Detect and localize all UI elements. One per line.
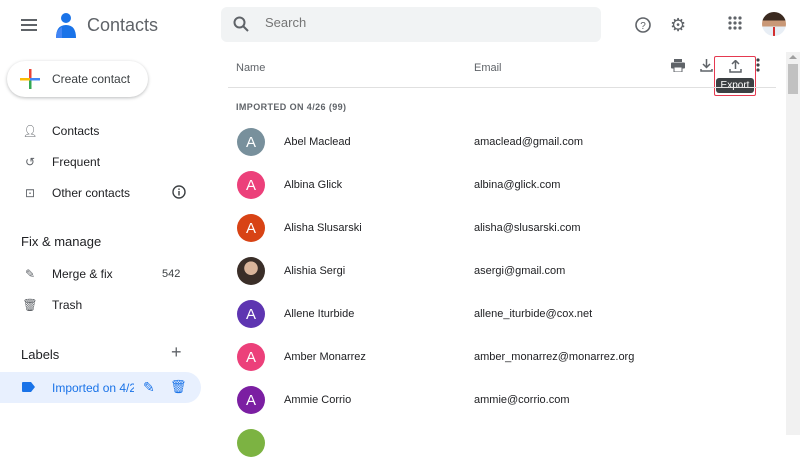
search-bar[interactable] bbox=[221, 7, 601, 42]
more-options-icon[interactable] bbox=[756, 58, 760, 72]
plus-icon bbox=[20, 69, 40, 89]
sidebar-item-contacts[interactable]: 👤︎ Contacts bbox=[22, 124, 99, 138]
help-icon[interactable]: ? bbox=[634, 16, 652, 34]
svg-text:?: ? bbox=[640, 21, 646, 32]
sidebar-item-trash[interactable]: 🗑︎ Trash bbox=[22, 298, 82, 312]
export-icon bbox=[729, 60, 742, 73]
sidebar-item-frequent[interactable]: ↺ Frequent bbox=[22, 155, 100, 169]
sidebar-item-other-contacts[interactable]: ⊡ Other contacts bbox=[22, 186, 130, 200]
contact-row[interactable]: A Abel Maclead amaclead@gmail.com bbox=[237, 128, 787, 156]
contact-name: Ammie Corrio bbox=[284, 394, 352, 406]
contact-avatar: A bbox=[237, 300, 265, 328]
contact-email: amber_monarrez@monarrez.org bbox=[474, 351, 635, 363]
create-contact-label: Create contact bbox=[52, 72, 131, 86]
main-menu-icon[interactable] bbox=[18, 14, 40, 36]
header-divider bbox=[228, 87, 776, 88]
export-button[interactable]: Export bbox=[714, 56, 756, 96]
contact-name: Abel Maclead bbox=[284, 136, 351, 148]
contact-email: ammie@corrio.com bbox=[474, 394, 570, 406]
search-icon bbox=[233, 16, 249, 32]
contact-avatar: A bbox=[237, 171, 265, 199]
print-icon[interactable] bbox=[671, 59, 685, 72]
group-heading: IMPORTED ON 4/26 (99) bbox=[236, 102, 347, 112]
person-icon: 👤︎ bbox=[22, 124, 38, 138]
contact-name: Allene Iturbide bbox=[284, 308, 355, 320]
trash-icon: 🗑︎ bbox=[22, 298, 38, 312]
sidebar-item-merge-fix[interactable]: ✎ Merge & fix bbox=[22, 267, 113, 281]
contact-email: amaclead@gmail.com bbox=[474, 136, 583, 148]
create-contact-button[interactable]: Create contact bbox=[7, 61, 148, 97]
magic-wand-icon: ✎ bbox=[24, 267, 36, 281]
export-tooltip: Export bbox=[716, 78, 754, 93]
label-icon bbox=[22, 382, 35, 392]
contact-name: Alishia Sergi bbox=[284, 265, 346, 277]
contact-email: allene_iturbide@cox.net bbox=[474, 308, 593, 320]
column-header-name[interactable]: Name bbox=[236, 62, 265, 74]
contact-photo bbox=[237, 257, 265, 285]
contact-avatar: A bbox=[237, 128, 265, 156]
column-header-email[interactable]: Email bbox=[474, 62, 502, 74]
history-icon: ↺ bbox=[24, 155, 36, 169]
partial-avatar bbox=[237, 429, 265, 457]
contact-avatar: A bbox=[237, 214, 265, 242]
edit-label-icon[interactable]: ✎ bbox=[143, 379, 155, 396]
settings-icon[interactable]: ⚙ bbox=[670, 15, 686, 36]
account-avatar[interactable] bbox=[762, 12, 786, 36]
contact-email: alisha@slusarski.com bbox=[474, 222, 581, 234]
contact-name: Albina Glick bbox=[284, 179, 343, 191]
archive-icon: ⊡ bbox=[24, 186, 36, 200]
app-title: Contacts bbox=[87, 15, 159, 35]
search-input[interactable] bbox=[265, 15, 565, 30]
contact-avatar: A bbox=[237, 343, 265, 371]
contact-email: albina@glick.com bbox=[474, 179, 561, 191]
label-item-text: Imported on 4/2 bbox=[52, 381, 134, 395]
scrollbar[interactable] bbox=[786, 52, 800, 435]
import-icon[interactable] bbox=[700, 59, 713, 72]
delete-label-icon[interactable]: 🗑︎ bbox=[170, 379, 187, 395]
contact-row[interactable]: A Albina Glick albina@glick.com bbox=[237, 171, 787, 199]
labels-heading: Labels bbox=[21, 347, 60, 362]
contact-avatar: A bbox=[237, 386, 265, 414]
nav-label: Merge & fix bbox=[52, 267, 113, 281]
info-icon[interactable] bbox=[172, 185, 186, 199]
merge-count: 542 bbox=[162, 268, 181, 280]
contact-row[interactable]: A Alisha Slusarski alisha@slusarski.com bbox=[237, 214, 787, 242]
contact-row[interactable]: A Ammie Corrio ammie@corrio.com bbox=[237, 386, 787, 414]
contacts-logo-icon bbox=[54, 12, 78, 41]
label-item-imported[interactable]: Imported on 4/2 ✎ 🗑︎ bbox=[0, 372, 201, 403]
contact-email: asergi@gmail.com bbox=[474, 265, 566, 277]
nav-label: Trash bbox=[52, 298, 83, 312]
contact-row[interactable]: A Amber Monarrez amber_monarrez@monarrez.o… bbox=[237, 343, 787, 371]
contact-name: Amber Monarrez bbox=[284, 351, 366, 363]
contact-name: Alisha Slusarski bbox=[284, 222, 362, 234]
add-label-button[interactable]: + bbox=[171, 342, 182, 363]
contact-row[interactable]: Alishia Sergi asergi@gmail.com bbox=[237, 257, 787, 285]
nav-label: Contacts bbox=[52, 124, 100, 138]
contact-row[interactable]: A Allene Iturbide allene_iturbide@cox.net bbox=[237, 300, 787, 328]
nav-label: Frequent bbox=[52, 155, 101, 169]
nav-label: Other contacts bbox=[52, 186, 131, 200]
scrollbar-thumb[interactable] bbox=[788, 64, 798, 94]
apps-grid-icon[interactable] bbox=[728, 16, 742, 30]
scroll-up-arrow[interactable] bbox=[789, 55, 797, 59]
fix-manage-heading: Fix & manage bbox=[21, 234, 102, 249]
